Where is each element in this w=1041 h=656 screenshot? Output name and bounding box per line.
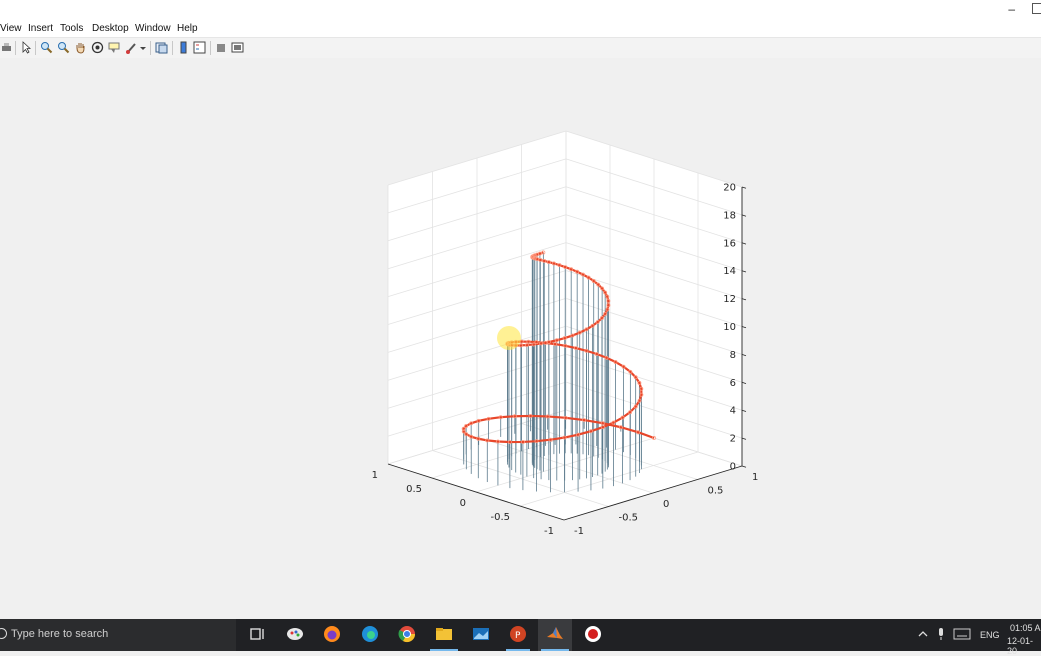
- zoom-in-icon[interactable]: [40, 41, 53, 54]
- clock-time[interactable]: 01:05 A: [1010, 623, 1041, 633]
- maximize-button[interactable]: [1032, 3, 1041, 14]
- chevron-up-icon[interactable]: [918, 629, 928, 639]
- window-titlebar: –: [0, 0, 1041, 20]
- keyboard-icon[interactable]: [953, 628, 971, 640]
- z-tick-label: 16: [723, 238, 736, 249]
- z-tick-label: 6: [730, 378, 736, 389]
- insert-colorbar-icon[interactable]: [177, 41, 190, 54]
- toolbar-separator: [210, 41, 211, 55]
- toolbar-separator: [15, 41, 16, 55]
- menu-help[interactable]: Help: [177, 23, 198, 34]
- file-explorer-icon[interactable]: [435, 625, 453, 643]
- menu-window[interactable]: Window: [135, 23, 171, 34]
- paint-app-icon[interactable]: [286, 625, 304, 643]
- svg-text:P: P: [515, 631, 521, 641]
- search-placeholder: Type here to search: [11, 628, 109, 640]
- z-tick-mark: [741, 270, 747, 273]
- y-tick-label: 0.5: [708, 486, 724, 497]
- z-tick-mark: [741, 242, 747, 245]
- y-tick-label: 1: [752, 472, 758, 483]
- z-tick-label: 2: [730, 434, 736, 445]
- z-tick-label: 12: [723, 294, 736, 305]
- show-plot-tools-icon[interactable]: [231, 41, 244, 54]
- z-tick-mark: [741, 465, 747, 468]
- microphone-icon[interactable]: [936, 627, 946, 641]
- clock-date[interactable]: 12-01-20: [1007, 636, 1041, 656]
- z-tick-label: 8: [730, 350, 736, 361]
- language-indicator[interactable]: ENG: [980, 630, 1000, 640]
- mouse-cursor-highlight: [497, 326, 521, 350]
- y-tick-label: 0: [663, 499, 669, 510]
- z-tick-label: 14: [723, 266, 736, 277]
- x-tick-label: 0.5: [406, 484, 422, 495]
- x-tick-label: -0.5: [490, 512, 510, 523]
- y-tick-label: -0.5: [619, 513, 639, 524]
- z-tick-label: 18: [723, 210, 736, 221]
- brush-icon[interactable]: [125, 41, 138, 54]
- menu-view[interactable]: View: [0, 23, 22, 34]
- z-tick-label: 20: [723, 183, 736, 194]
- print-icon[interactable]: [0, 41, 13, 54]
- chrome-icon[interactable]: [398, 625, 416, 643]
- menu-insert[interactable]: Insert: [28, 23, 53, 34]
- matlab-icon[interactable]: [546, 625, 564, 643]
- minimize-button[interactable]: –: [1008, 2, 1015, 16]
- z-tick-label: 10: [723, 322, 736, 333]
- menu-tools[interactable]: Tools: [60, 23, 83, 34]
- photos-icon[interactable]: [472, 625, 490, 643]
- insert-legend-icon[interactable]: [193, 41, 206, 54]
- toolbar-separator: [150, 41, 151, 55]
- z-tick-label: 0: [730, 462, 736, 473]
- figure-canvas[interactable]: 0 2 4 6 8 10 12 14 16 18 20 -1 -0.5 0 0.5 1 -1 -0.5 0 0.5 1: [0, 58, 1041, 619]
- x-tick-label: 0: [460, 498, 466, 509]
- z-tick-mark: [741, 326, 747, 329]
- powerpoint-icon[interactable]: P: [509, 625, 527, 643]
- pointer-icon[interactable]: [20, 41, 33, 54]
- task-view-icon[interactable]: [248, 625, 266, 643]
- z-tick-mark: [741, 298, 747, 301]
- x-tick-label: -1: [544, 526, 554, 537]
- data-cursor-icon[interactable]: [108, 41, 121, 54]
- brush-dropdown-icon[interactable]: [139, 41, 147, 54]
- windows-taskbar: Type here to search P ENG 01:05 A 12-01-…: [0, 619, 1041, 656]
- z-tick-mark: [741, 186, 747, 189]
- search-icon: [0, 628, 7, 639]
- rotate-3d-icon[interactable]: [91, 41, 104, 54]
- pan-icon[interactable]: [74, 41, 87, 54]
- z-tick-mark: [741, 409, 747, 412]
- toolbar-separator: [172, 41, 173, 55]
- y-tick-label: -1: [574, 526, 584, 537]
- z-tick-mark: [741, 437, 747, 440]
- firefox-icon[interactable]: [323, 625, 341, 643]
- hide-plot-tools-icon[interactable]: [215, 41, 228, 54]
- z-tick-mark: [741, 214, 747, 217]
- toolbar-separator: [35, 41, 36, 55]
- menu-bar: View Insert Tools Desktop Window Help: [0, 20, 1041, 37]
- screen-recorder-icon[interactable]: [584, 625, 602, 643]
- taskbar-search-box[interactable]: Type here to search: [0, 619, 236, 651]
- zoom-out-icon[interactable]: [57, 41, 70, 54]
- figure-toolbar: [0, 37, 1041, 59]
- x-tick-label: 1: [372, 470, 378, 481]
- edge-icon[interactable]: [361, 625, 379, 643]
- link-plot-icon[interactable]: [155, 41, 168, 54]
- z-tick-label: 4: [730, 406, 736, 417]
- menu-desktop[interactable]: Desktop: [92, 23, 129, 34]
- z-tick-mark: [741, 354, 747, 357]
- z-tick-mark: [741, 381, 747, 384]
